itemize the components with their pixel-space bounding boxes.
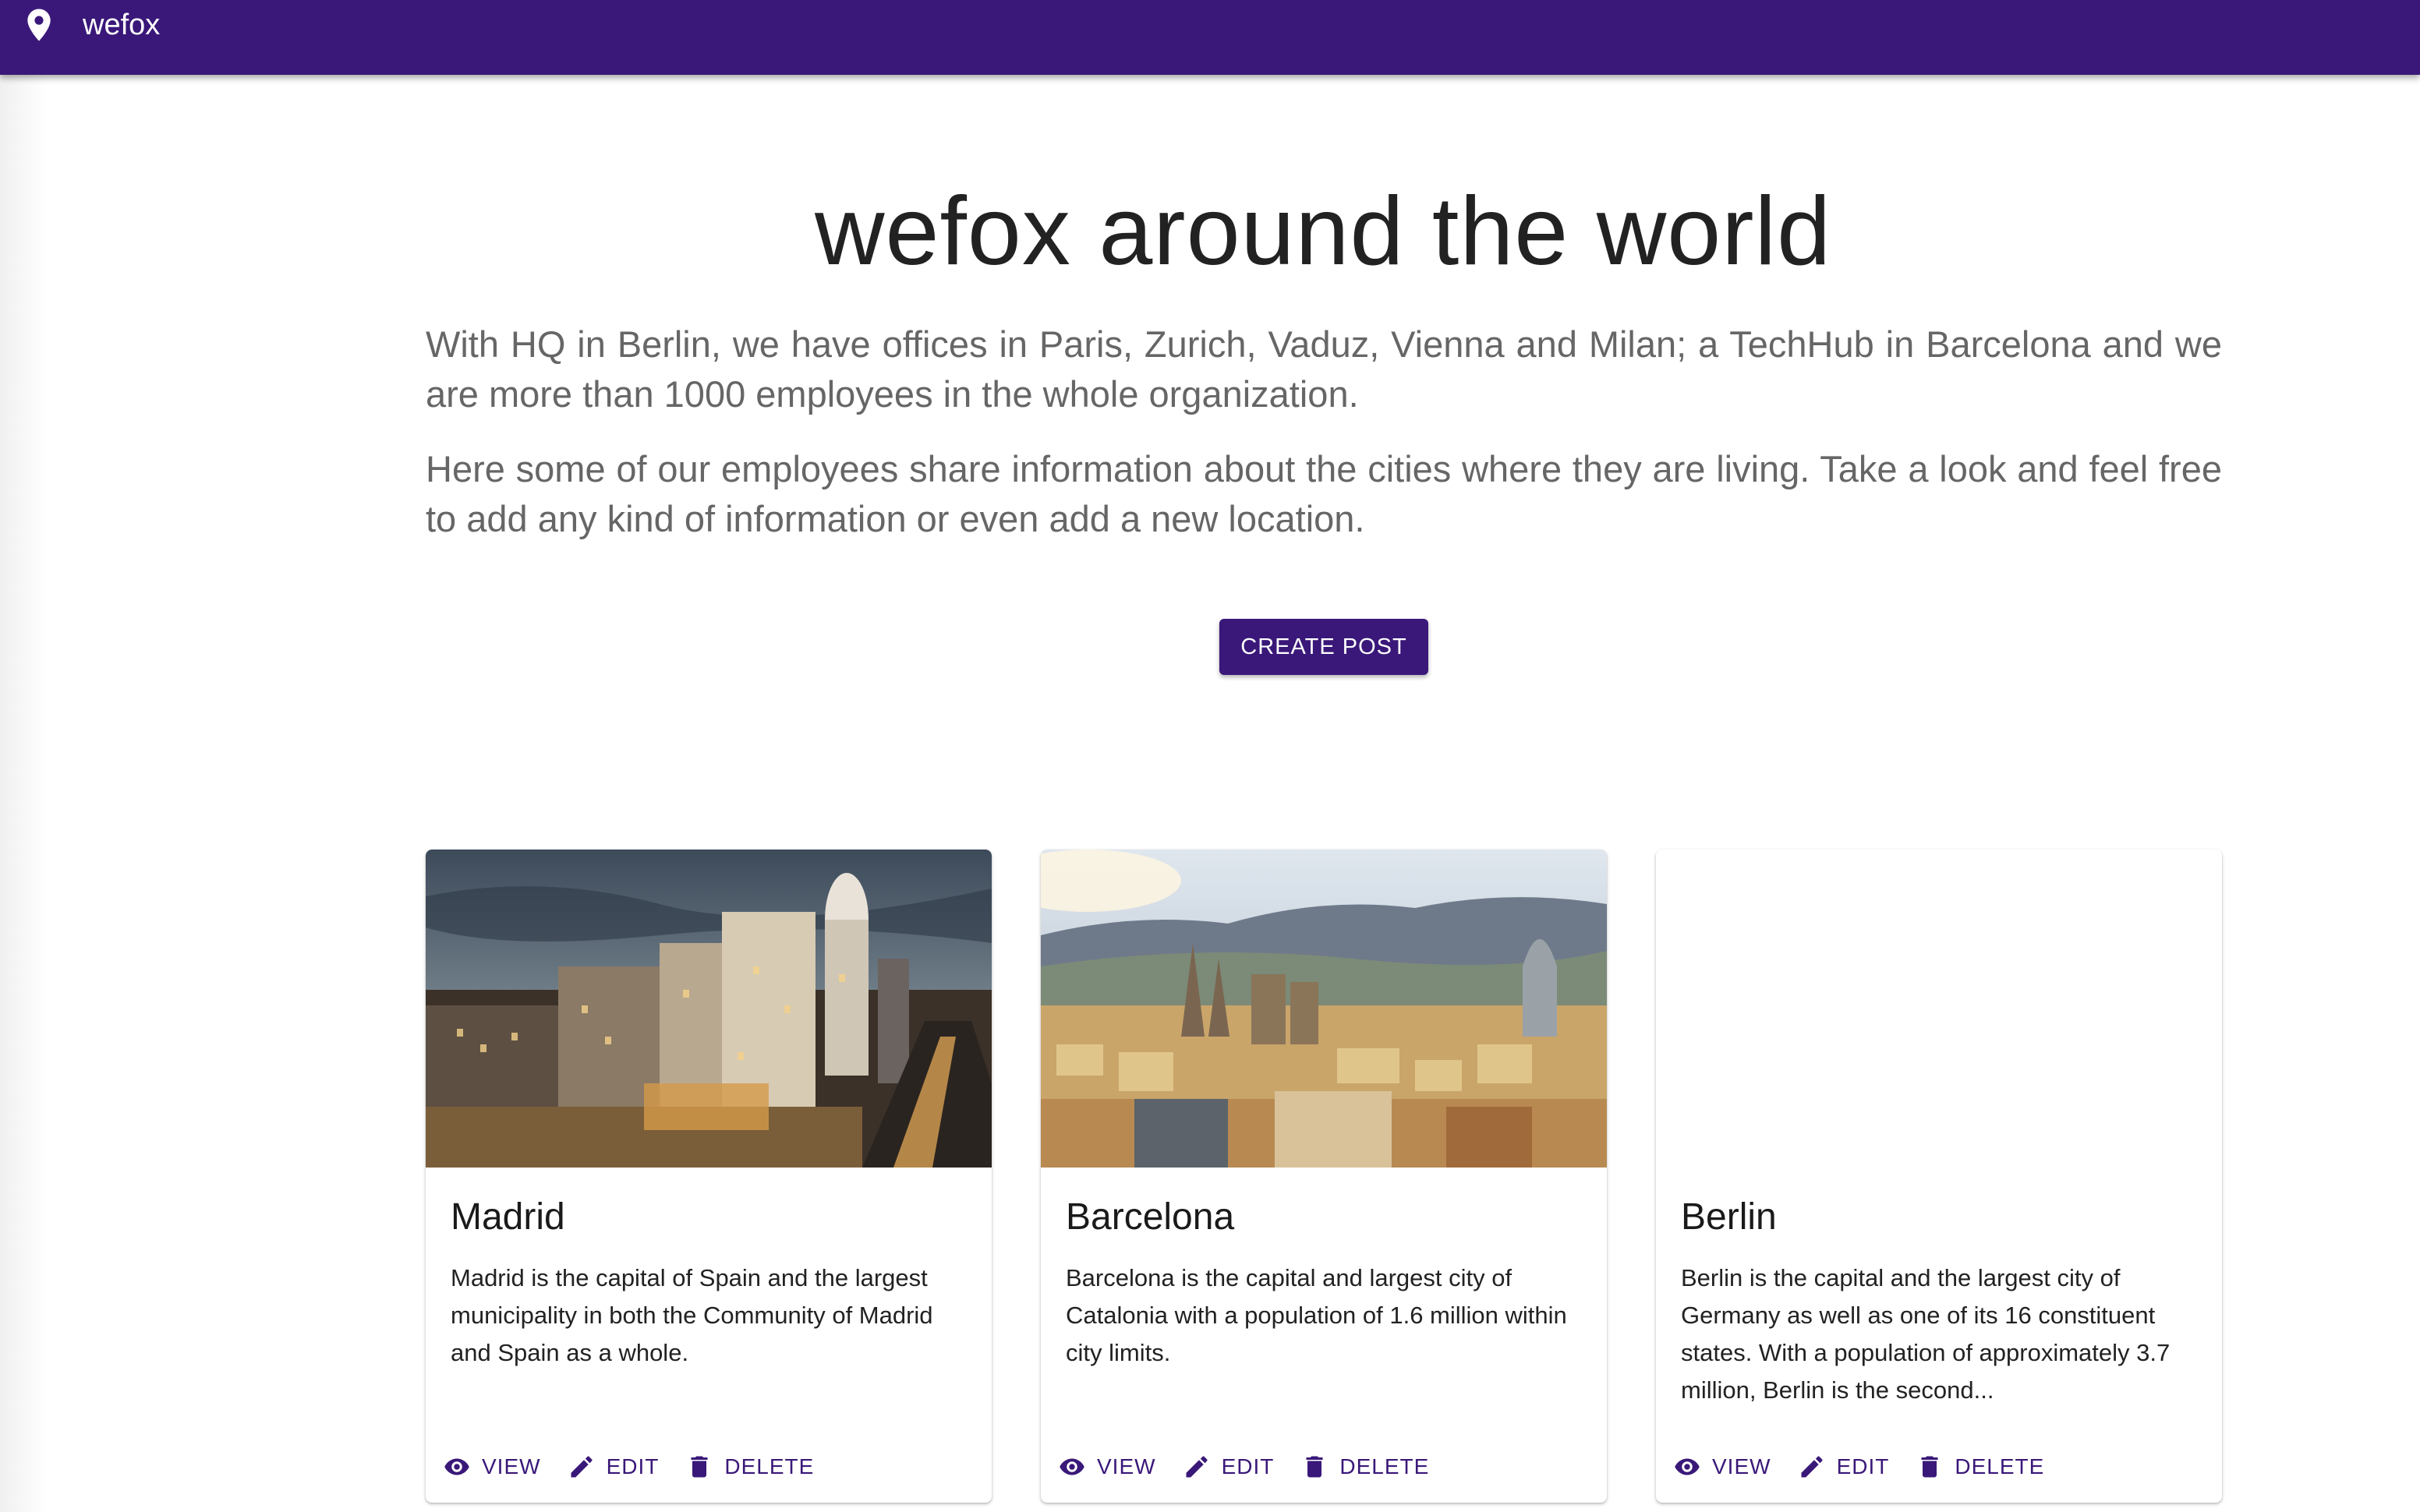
delete-button[interactable]: DELETE <box>1916 1453 2044 1481</box>
view-button[interactable]: VIEW <box>1058 1453 1156 1481</box>
delete-label: DELETE <box>1339 1454 1430 1478</box>
eye-icon <box>1675 1458 1700 1475</box>
view-button[interactable]: VIEW <box>1673 1453 1771 1481</box>
edit-label: EDIT <box>1836 1454 1890 1478</box>
app-bar: wefox <box>0 0 2420 75</box>
card-description: Madrid is the capital of Spain and the l… <box>451 1264 933 1366</box>
delete-button[interactable]: DELETE <box>685 1453 814 1481</box>
edit-button[interactable]: EDIT <box>1798 1453 1890 1481</box>
pencil-icon <box>1186 1456 1208 1478</box>
side-shadow <box>0 75 47 1512</box>
intro-paragraph-2: Here some of our employees share informa… <box>426 448 2222 539</box>
create-post-button[interactable]: CREATE POST <box>1219 619 1428 675</box>
view-button[interactable]: VIEW <box>443 1453 541 1481</box>
location-pin-icon[interactable] <box>25 8 53 42</box>
city-card-madrid: Madrid Madrid is the capital of Spain an… <box>426 850 992 1503</box>
edit-button[interactable]: EDIT <box>1183 1453 1275 1481</box>
view-label: VIEW <box>1097 1454 1156 1478</box>
delete-label: DELETE <box>724 1454 815 1478</box>
card-title: Madrid <box>451 1196 565 1238</box>
city-card-barcelona: Barcelona Barcelona is the capital and l… <box>1041 850 1607 1503</box>
eye-icon <box>1060 1458 1084 1475</box>
card-description: Barcelona is the capital and largest cit… <box>1066 1264 1567 1366</box>
edit-label: EDIT <box>606 1454 660 1478</box>
eye-icon <box>444 1458 469 1475</box>
barcelona-city-photo <box>1041 850 1607 1168</box>
trash-icon <box>1921 1456 1938 1478</box>
delete-label: DELETE <box>1955 1454 2045 1478</box>
page-title: wefox around the world <box>814 178 1832 285</box>
edit-label: EDIT <box>1221 1454 1275 1478</box>
trash-icon <box>1306 1456 1323 1478</box>
trash-icon <box>691 1456 708 1478</box>
card-actions: VIEW EDIT DELETE <box>1058 1448 1456 1486</box>
berlin-image-placeholder <box>1656 850 2222 1168</box>
intro-paragraph-1: With HQ in Berlin, we have offices in Pa… <box>426 323 2222 415</box>
edit-button[interactable]: EDIT <box>568 1453 660 1481</box>
card-title: Barcelona <box>1066 1196 1235 1238</box>
pencil-icon <box>1801 1456 1823 1478</box>
city-card-berlin: Berlin Berlin is the capital and the lar… <box>1656 850 2222 1503</box>
card-actions: VIEW EDIT DELETE <box>443 1448 840 1486</box>
view-label: VIEW <box>1712 1454 1771 1478</box>
card-description: Berlin is the capital and the largest ci… <box>1681 1264 2171 1404</box>
app-title[interactable]: wefox <box>83 6 160 44</box>
delete-button[interactable]: DELETE <box>1300 1453 1429 1481</box>
card-title: Berlin <box>1681 1196 1777 1238</box>
card-actions: VIEW EDIT DELETE <box>1673 1448 2071 1486</box>
view-label: VIEW <box>482 1454 541 1478</box>
madrid-city-photo <box>426 850 992 1168</box>
pencil-icon <box>571 1456 593 1478</box>
